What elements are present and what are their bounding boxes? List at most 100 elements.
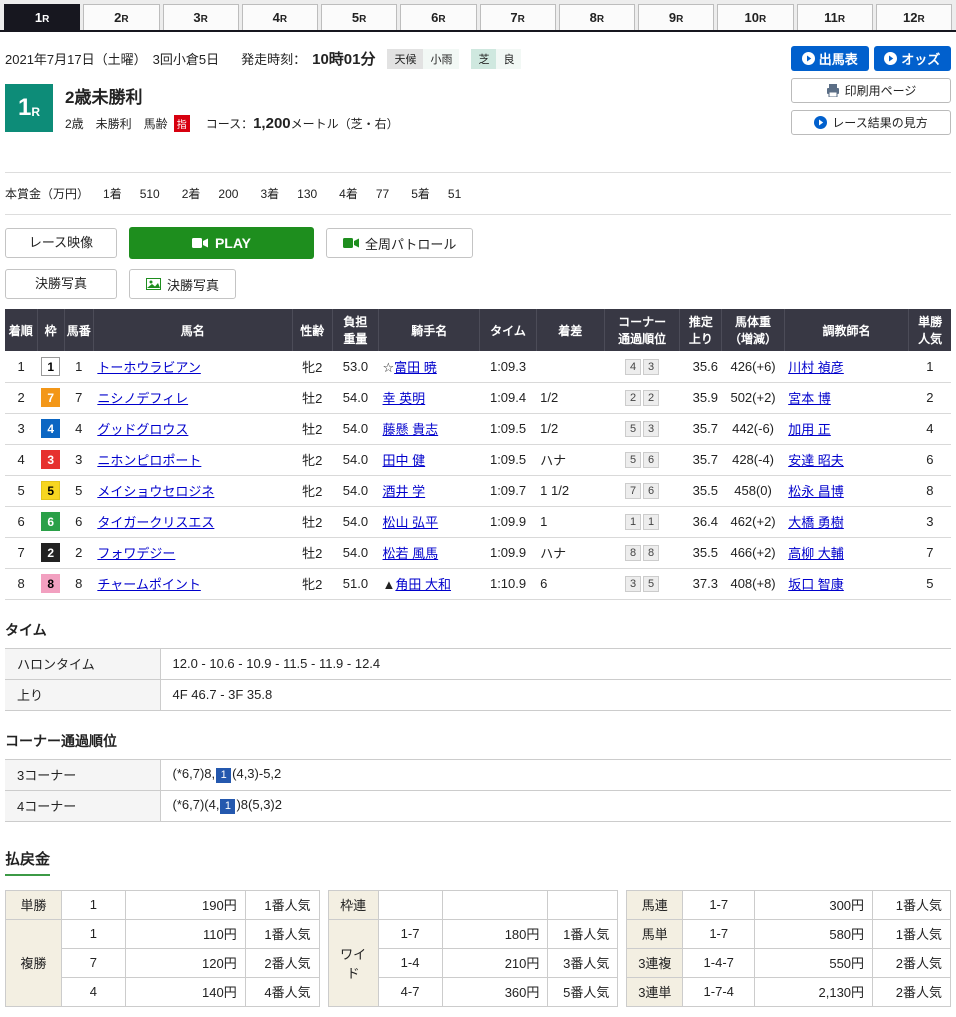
tab-race-1[interactable]: 1R — [4, 4, 80, 30]
carried-weight: 54.0 — [332, 506, 378, 537]
horse-name-link[interactable]: ニホンピロポート — [97, 453, 201, 468]
col-header-sexage: 性齢 — [292, 309, 332, 351]
corner-table: 3コーナー (*6,7)8,1(4,3)-5,2 4コーナー (*6,7)(4,… — [5, 759, 951, 822]
patrol-button[interactable]: 全周パトロール — [326, 228, 473, 258]
corner-section-title: コーナー通過順位 — [5, 731, 951, 751]
col-header-popularity: 単勝 人気 — [909, 309, 951, 351]
quinella-label: 馬連 — [627, 890, 683, 919]
divider — [5, 172, 951, 173]
trainer-link[interactable]: 松永 昌博 — [788, 484, 844, 499]
sex-age: 牝2 — [292, 568, 332, 599]
odds-button[interactable]: オッズ — [874, 46, 952, 71]
margin: 1 1/2 — [536, 475, 604, 506]
col-header-jockey: 騎手名 — [379, 309, 480, 351]
print-button[interactable]: 印刷用ページ — [791, 78, 951, 103]
finish-photo-button[interactable]: 決勝写真 — [129, 269, 236, 299]
tab-race-11[interactable]: 11R — [797, 4, 873, 30]
last-3f: 35.6 — [680, 351, 722, 382]
jockey-link[interactable]: 富田 暁 — [394, 360, 437, 375]
entries-button[interactable]: 出馬表 — [791, 46, 869, 71]
jockey-link[interactable]: 角田 大和 — [395, 577, 451, 592]
trio-label: 3連複 — [627, 948, 683, 977]
horse-number: 5 — [64, 475, 93, 506]
race-tab-bar: 1R 2R 3R 4R 5R 6R 7R 8R 9R 10R 11R 12R — [0, 0, 956, 32]
trainer-link[interactable]: 宮本 博 — [788, 391, 831, 406]
circle-arrow-icon — [802, 52, 815, 65]
apprentice-mark: ☆ — [383, 360, 395, 375]
jockey-link[interactable]: 酒井 学 — [383, 484, 426, 499]
jockey-link[interactable]: 幸 英明 — [383, 391, 426, 406]
weather-value: 小雨 — [423, 49, 459, 69]
horse-name-link[interactable]: タイガークリスエス — [97, 515, 214, 530]
jockey-link[interactable]: 松山 弘平 — [383, 515, 439, 530]
horse-number: 7 — [64, 382, 93, 413]
carried-weight: 54.0 — [332, 413, 378, 444]
tab-race-12[interactable]: 12R — [876, 4, 952, 30]
result-row: 7 2 2 フォワデジー 牡2 54.0 松若 風馬 1:09.9 ハナ 88 … — [5, 537, 951, 568]
tab-race-5[interactable]: 5R — [321, 4, 397, 30]
results-guide-button[interactable]: レース結果の見方 — [791, 110, 951, 135]
last-3f: 35.5 — [680, 537, 722, 568]
result-row: 3 4 4 グッドグロウス 牡2 54.0 藤懸 貴志 1:09.5 1/2 5… — [5, 413, 951, 444]
trainer-link[interactable]: 坂口 智康 — [788, 577, 844, 592]
col-header-corners: コーナー 通過順位 — [604, 309, 679, 351]
col-header-finish: 着順 — [5, 309, 37, 351]
sex-age: 牡2 — [292, 506, 332, 537]
horse-name-link[interactable]: トーホウラビアン — [97, 360, 200, 375]
trainer-link[interactable]: 安達 昭夫 — [788, 453, 844, 468]
tab-race-4[interactable]: 4R — [242, 4, 318, 30]
trainer-link[interactable]: 大橋 勇樹 — [788, 515, 844, 530]
tab-race-7[interactable]: 7R — [480, 4, 556, 30]
trainer-link[interactable]: 加用 正 — [788, 422, 831, 437]
margin — [536, 351, 604, 382]
horse-name-link[interactable]: グッドグロウス — [97, 422, 188, 437]
tab-race-9[interactable]: 9R — [638, 4, 714, 30]
jockey-link[interactable]: 松若 風馬 — [383, 546, 439, 561]
frame-badge: 8 — [41, 574, 60, 593]
horse-weight: 502(+2) — [722, 382, 784, 413]
frame-badge: 3 — [41, 450, 60, 469]
trainer-link[interactable]: 川村 禎彦 — [788, 360, 844, 375]
video-camera-icon — [343, 237, 359, 249]
printer-icon — [826, 84, 840, 97]
race-time: 1:10.9 — [480, 568, 536, 599]
trainer-link[interactable]: 高柳 大輔 — [788, 546, 844, 561]
corner-order: 43 — [604, 351, 679, 382]
tab-race-3[interactable]: 3R — [163, 4, 239, 30]
corner-order: 53 — [604, 413, 679, 444]
jockey-link[interactable]: 田中 健 — [383, 453, 426, 468]
course-info: コース：1,200メートル（芝・右） — [206, 115, 399, 132]
result-row: 8 8 8 チャームポイント 牝2 51.0 ▲角田 大和 1:10.9 6 3… — [5, 568, 951, 599]
race-time: 1:09.3 — [480, 351, 536, 382]
frame-badge: 2 — [41, 543, 60, 562]
sex-age: 牝2 — [292, 351, 332, 382]
prize-label: 本賞金（万円） — [5, 185, 89, 202]
tab-race-8[interactable]: 8R — [559, 4, 635, 30]
tab-race-6[interactable]: 6R — [400, 4, 476, 30]
race-number-badge: 1 R — [5, 84, 53, 132]
horse-name-link[interactable]: チャームポイント — [97, 577, 200, 592]
payout-table-win-place: 単勝 1 190円 1番人気 複勝 1 110円 1番人気 7 120円 2番人… — [5, 890, 320, 1007]
carried-weight: 54.0 — [332, 382, 378, 413]
corner-order: 22 — [604, 382, 679, 413]
time-section-title: タイム — [5, 620, 951, 640]
tab-race-10[interactable]: 10R — [717, 4, 793, 30]
horse-weight: 426(+6) — [722, 351, 784, 382]
horse-name-link[interactable]: フォワデジー — [97, 546, 175, 561]
race-video-label[interactable]: レース映像 — [5, 228, 117, 258]
turf-label: 芝 — [471, 49, 496, 69]
corner-order: 35 — [604, 568, 679, 599]
play-button[interactable]: PLAY — [129, 227, 314, 259]
result-row: 5 5 5 メイショウセロジネ 牝2 54.0 酒井 学 1:09.7 1 1/… — [5, 475, 951, 506]
horse-name-link[interactable]: ニシノデフィレ — [97, 391, 188, 406]
race-title: 2歳未勝利 — [65, 83, 399, 108]
finish-photo-label[interactable]: 決勝写真 — [5, 269, 117, 299]
payout-table-bracket-wide: 枠連 ワイド 1-7 180円 1番人気 1-4 210円 3番人気 4-7 3… — [328, 890, 619, 1007]
tab-race-2[interactable]: 2R — [83, 4, 159, 30]
carried-weight: 54.0 — [332, 444, 378, 475]
bracket-quinella-label: 枠連 — [328, 890, 378, 919]
horse-name-link[interactable]: メイショウセロジネ — [97, 484, 214, 499]
margin: 1/2 — [536, 413, 604, 444]
jockey-link[interactable]: 藤懸 貴志 — [383, 422, 439, 437]
win-popularity: 1 — [909, 351, 951, 382]
